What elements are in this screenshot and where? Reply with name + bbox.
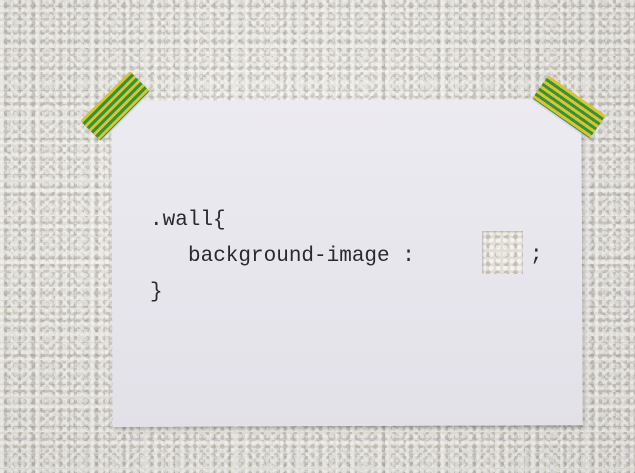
- code-line-selector: .wall{: [150, 209, 226, 232]
- code-line-close-brace: }: [150, 281, 163, 304]
- css-code-text: .wall{ background-image : }: [150, 203, 427, 311]
- code-semicolon: ;: [530, 244, 543, 267]
- code-line-property: background-image :: [188, 245, 428, 268]
- cutout-hole: [482, 231, 523, 274]
